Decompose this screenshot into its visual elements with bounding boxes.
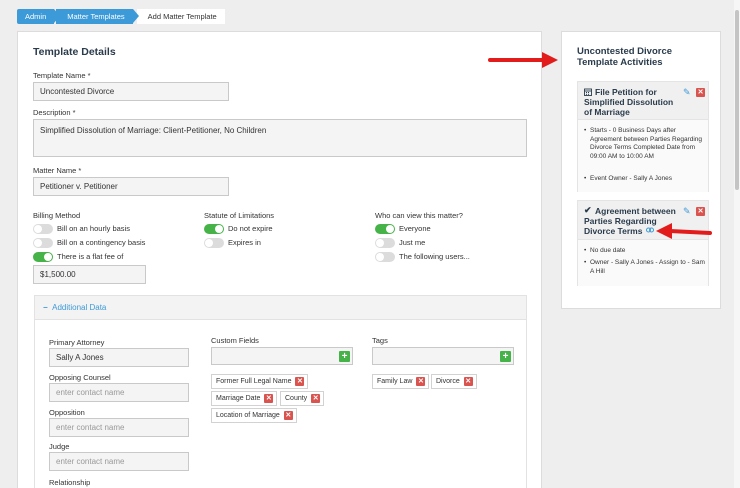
annotation-arrow-icon: [488, 52, 558, 68]
statute-expires-label: Expires in: [228, 238, 261, 247]
statute-no-expire-label: Do not expire: [228, 224, 273, 233]
billing-contingency-label: Bill on a contingency basis: [57, 238, 146, 247]
billing-method-label: Billing Method: [33, 211, 81, 220]
activity-details: No due date Owner - Sally A Jones - Assi…: [578, 239, 708, 286]
breadcrumb-admin[interactable]: Admin: [17, 9, 61, 24]
remove-icon[interactable]: ✕: [295, 377, 305, 386]
link-icon[interactable]: [646, 227, 654, 233]
billing-contingency-toggle[interactable]: [33, 238, 53, 248]
section-title: Template Details: [33, 46, 116, 58]
scrollbar-thumb[interactable]: [735, 10, 739, 190]
scrollbar[interactable]: [734, 0, 740, 488]
template-name-label: Template Name *: [33, 71, 91, 80]
opposing-counsel-input[interactable]: enter contact name: [49, 383, 189, 402]
breadcrumb-current: Add Matter Template: [136, 9, 225, 24]
remove-icon[interactable]: ✕: [311, 394, 321, 403]
tag-chip: Family Law ✕: [372, 374, 430, 389]
visibility-just-me-label: Just me: [399, 238, 426, 247]
billing-flat-fee-label: There is a flat fee of: [57, 252, 124, 261]
billing-flat-fee-toggle[interactable]: [33, 252, 53, 262]
remove-icon[interactable]: ✕: [283, 411, 293, 420]
custom-field-chip: Former Full Legal Name ✕: [211, 374, 309, 389]
additional-data-label: Additional Data: [52, 303, 107, 312]
chip-label: County: [285, 395, 308, 402]
annotation-arrow-icon: [656, 223, 712, 239]
matter-name-input[interactable]: Petitioner v. Petitioner: [33, 177, 229, 196]
judge-input[interactable]: enter contact name: [49, 452, 189, 471]
breadcrumb: Admin Matter Templates Add Matter Templa…: [17, 9, 225, 24]
custom-fields-label: Custom Fields: [211, 336, 259, 345]
remove-icon[interactable]: ✕: [463, 377, 473, 386]
additional-data-toggle[interactable]: − Additional Data: [43, 303, 106, 312]
activity-card[interactable]: File Petition for Simplified Dissolution…: [577, 81, 709, 192]
activity-bullet: Starts - 0 Business Days after Agreement…: [584, 127, 708, 161]
primary-attorney-input[interactable]: Sally A Jones: [49, 348, 189, 367]
chip-label: Divorce: [436, 378, 460, 385]
opposing-counsel-label: Opposing Counsel: [49, 373, 111, 382]
remove-icon[interactable]: ✕: [416, 377, 426, 386]
activity-details: Starts - 0 Business Days after Agreement…: [578, 119, 708, 192]
chip-label: Former Full Legal Name: [216, 378, 292, 385]
opposition-input[interactable]: enter contact name: [49, 418, 189, 437]
description-textarea[interactable]: Simplified Dissolution of Marriage: Clie…: [33, 119, 527, 157]
activities-heading-line2: Template Activities: [577, 57, 663, 68]
relationship-label: Relationship: [49, 478, 91, 487]
chip-label: Location of Marriage: [216, 412, 280, 419]
statute-no-expire-toggle[interactable]: [204, 224, 224, 234]
statute-label: Statute of Limitations: [204, 211, 275, 220]
delete-icon[interactable]: ✕: [696, 88, 705, 97]
visibility-users-label: The following users...: [399, 252, 470, 261]
collapse-icon: −: [43, 303, 48, 312]
template-activities-panel: Uncontested Divorce Template Activities …: [561, 31, 721, 309]
remove-icon[interactable]: ✕: [264, 394, 274, 403]
edit-pencil-icon[interactable]: ✎: [683, 207, 692, 216]
activities-heading-line1: Uncontested Divorce: [577, 46, 673, 57]
matter-name-label: Matter Name *: [33, 166, 82, 175]
activities-heading: Uncontested Divorce Template Activities: [577, 46, 672, 68]
judge-label: Judge: [49, 442, 70, 451]
breadcrumb-matter-templates[interactable]: Matter Templates: [56, 9, 140, 24]
activity-bullet: Event Owner - Sally A Jones: [584, 175, 708, 184]
billing-hourly-toggle[interactable]: [33, 224, 53, 234]
chip-label: Marriage Date: [216, 395, 261, 402]
opposition-label: Opposition: [49, 408, 85, 417]
custom-field-chip: Marriage Date ✕: [211, 391, 278, 406]
statute-expires-toggle[interactable]: [204, 238, 224, 248]
visibility-users-toggle[interactable]: [375, 252, 395, 262]
tags-label: Tags: [372, 336, 388, 345]
add-custom-field-button[interactable]: +: [339, 351, 350, 362]
visibility-just-me-toggle[interactable]: [375, 238, 395, 248]
chip-label: Family Law: [377, 378, 413, 385]
custom-field-chip: Location of Marriage ✕: [211, 408, 297, 423]
template-details-card: Template Details Template Name * Unconte…: [17, 31, 542, 488]
custom-field-chip: County ✕: [280, 391, 325, 406]
custom-fields-input[interactable]: [211, 347, 353, 365]
template-name-input[interactable]: Uncontested Divorce: [33, 82, 229, 101]
visibility-label: Who can view this matter?: [375, 211, 463, 220]
edit-pencil-icon[interactable]: ✎: [683, 88, 692, 97]
activity-bullet: Owner - Sally A Jones - Assign to - Sam …: [584, 259, 708, 276]
activity-bullet: No due date: [584, 247, 708, 256]
visibility-everyone-label: Everyone: [399, 224, 431, 233]
description-label: Description *: [33, 108, 76, 117]
activity-title[interactable]: File Petition for Simplified Dissolution…: [584, 87, 682, 117]
tags-input[interactable]: [372, 347, 514, 365]
additional-data-panel: − Additional Data Primary Attorney Sally…: [34, 295, 527, 488]
delete-icon[interactable]: ✕: [696, 207, 705, 216]
add-tag-button[interactable]: +: [500, 351, 511, 362]
primary-attorney-label: Primary Attorney: [49, 338, 105, 347]
billing-hourly-label: Bill on an hourly basis: [57, 224, 130, 233]
visibility-everyone-toggle[interactable]: [375, 224, 395, 234]
additional-data-header[interactable]: − Additional Data: [35, 296, 526, 320]
tag-chip: Divorce ✕: [431, 374, 477, 389]
flat-fee-input[interactable]: $1,500.00: [33, 265, 146, 284]
activity-card[interactable]: ✔ Agreement between Parties Regarding Di…: [577, 200, 709, 286]
